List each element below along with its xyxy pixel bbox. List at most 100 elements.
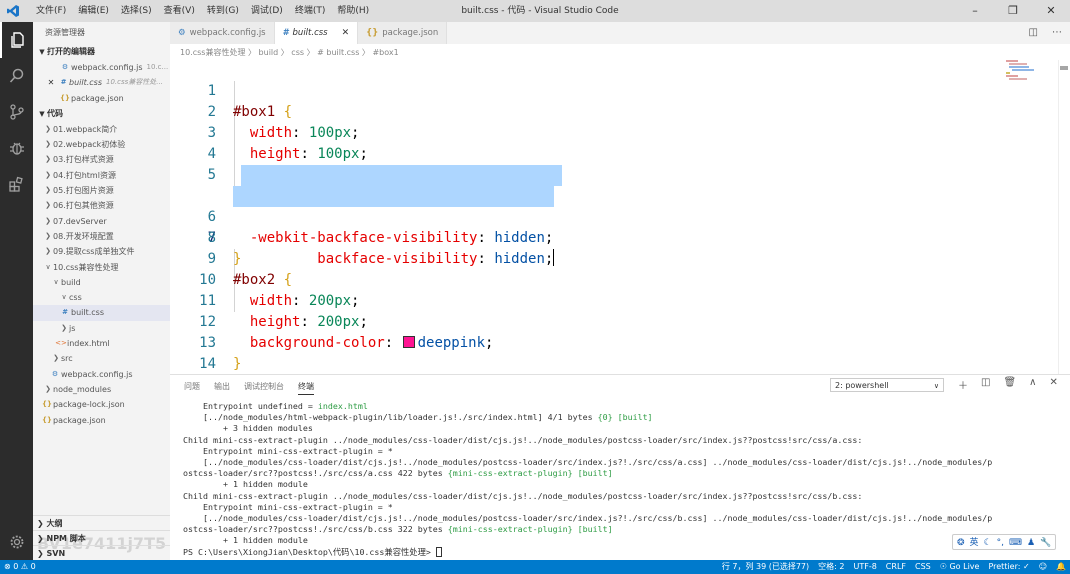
punctuation-icon[interactable]: °, [997,535,1004,549]
prettier-status[interactable]: Prettier: ✓ [988,560,1029,574]
menu-edit[interactable]: 编辑(E) [72,0,115,22]
encoding[interactable]: UTF-8 [853,560,876,574]
terminal-prompt[interactable]: PS C:\Users\XiongJian\Desktop\代码\10.css兼… [183,546,1063,558]
smiley-icon[interactable]: ☺ [1039,560,1047,574]
split-terminal-icon[interactable]: ◫ [981,377,990,392]
trash-icon[interactable]: 🗑 [1003,377,1016,392]
terminal-line: [../node_modules/css-loader/dist/cjs.js!… [183,457,1063,468]
open-editor-package-json[interactable]: {} package.json [33,91,170,106]
tree-folder[interactable]: ❯ 07.devServer [33,214,170,229]
tree-folder-expanded[interactable]: ∨ build [33,275,170,290]
explorer-icon[interactable] [0,22,33,58]
language-mode[interactable]: CSS [915,560,931,574]
tree-folder[interactable]: ❯ 04.打包html资源 [33,168,170,183]
maximize-panel-icon[interactable]: ∧ [1029,377,1036,392]
tab-built-css[interactable]: # built.css ✕ [274,22,359,44]
editor-scrollbar[interactable] [1058,60,1069,375]
folder-label: 代码 [47,108,63,118]
tree-file-selected[interactable]: # built.css [33,305,170,321]
selection-highlight [241,165,562,186]
chevron-right-icon: ❯ [53,354,59,363]
bell-icon[interactable]: 🔔 [1056,560,1066,574]
outline-section[interactable]: ❯ 大纲 [33,515,170,530]
search-icon[interactable] [0,58,33,94]
terminal-output[interactable]: Entrypoint undefined = index.html [../no… [183,401,1063,558]
tree-folder[interactable]: ❯ 01.webpack简介 [33,122,170,137]
end-of-line[interactable]: CRLF [886,560,906,574]
tree-folder-expanded[interactable]: ∨ 10.css兼容性处理 [33,260,170,275]
menu-debug[interactable]: 调试(D) [245,0,289,22]
extensions-icon[interactable] [0,166,33,202]
code-line: 3 height: 100px; [170,102,1000,162]
tree-file[interactable]: {} package-lock.json [33,397,170,412]
moon-icon[interactable]: ☾ [984,535,992,549]
more-actions-icon[interactable]: ⋯ [1052,22,1062,44]
menu-terminal[interactable]: 终端(T) [289,0,332,22]
close-icon[interactable]: ✕ [342,22,350,44]
terminal-highlight: index.html [317,401,368,411]
restore-icon[interactable]: ❐ [994,0,1032,22]
tab-package-json[interactable]: {} package.json [358,22,448,44]
ime-language[interactable]: 英 [970,535,979,549]
tree-file[interactable]: <> index.html [33,336,170,351]
tab-label: built.css [292,28,328,38]
tree-file[interactable]: ⚙ webpack.config.js [33,367,170,382]
code-line: 12 background-color: deeppink; [170,291,1000,351]
svn-section[interactable]: ❯ SVN [33,545,170,560]
tab-terminal[interactable]: 终端 [298,381,314,395]
minimap[interactable] [1006,60,1056,90]
menu-view[interactable]: 查看(V) [158,0,201,22]
open-editor-built-css[interactable]: ✕ # built.css 10.css兼容性处... [33,75,170,90]
vscode-logo-icon [7,5,19,17]
go-live-button[interactable]: ☉ Go Live [940,560,980,574]
settings-gear-icon[interactable] [0,528,33,556]
user-icon[interactable]: ♟ [1027,535,1035,549]
code-editor[interactable]: 1 #box1 { 2 width: 100px; 3 height: 100p… [170,60,1000,375]
problems-indicator[interactable]: ⊗ 0 ⚠ 0 [4,560,36,574]
tree-folder[interactable]: ❯ 08.开发环境配置 [33,229,170,244]
tab-problems[interactable]: 问题 [184,381,200,395]
tree-folder[interactable]: ❯ node_modules [33,382,170,397]
tree-folder-expanded[interactable]: ∨ css [33,290,170,305]
tree-folder[interactable]: ❯ 05.打包图片资源 [33,183,170,198]
tab-debug-console[interactable]: 调试控制台 [244,381,284,395]
terminal-text: + 3 hidden modules [183,423,313,434]
close-window-icon[interactable]: ✕ [1032,0,1070,22]
terminal-select[interactable]: 2: powershell ∨ [830,378,944,392]
menu-file[interactable]: 文件(F) [30,0,72,22]
minimize-icon[interactable]: – [956,0,994,22]
close-panel-icon[interactable]: ✕ [1049,377,1057,392]
tab-webpack-config[interactable]: ⚙ webpack.config.js [170,22,275,44]
panel-actions: ＋ ◫ 🗑 ∧ ✕ [958,377,1058,392]
window-title: built.css - 代码 - Visual Studio Code [461,6,619,16]
tree-folder[interactable]: ❯ src [33,351,170,366]
tree-folder[interactable]: ❯ 09.提取css成单独文件 [33,244,170,259]
keyboard-icon[interactable]: ⌨ [1009,535,1022,549]
open-editor-name: package.json [71,93,124,103]
close-icon[interactable]: ✕ [45,75,57,90]
breadcrumb[interactable]: 10.css兼容性处理 〉 build 〉 css 〉 # built.css … [180,45,399,60]
open-editors-header[interactable]: ▼ 打开的编辑器 [33,44,170,60]
split-editor-icon[interactable]: ◫ [1029,22,1038,44]
folder-header[interactable]: ▼ 代码 [33,106,170,122]
menu-selection[interactable]: 选择(S) [115,0,158,22]
scroll-marker [1060,66,1068,70]
indentation[interactable]: 空格: 2 [818,560,844,574]
tree-folder[interactable]: ❯ 02.webpack初体验 [33,137,170,152]
open-editor-webpack-config[interactable]: ⚙ webpack.config.js 10.c... [33,60,170,75]
code-line: 8 } [170,207,1000,267]
tree-folder[interactable]: ❯ js [33,321,170,336]
tree-folder[interactable]: ❯ 06.打包其他资源 [33,198,170,213]
debug-icon[interactable] [0,130,33,166]
tools-icon[interactable]: 🔧 [1040,535,1051,549]
tree-label: 01.webpack简介 [53,124,118,134]
source-control-icon[interactable] [0,94,33,130]
menu-go[interactable]: 转到(G) [201,0,245,22]
add-icon[interactable]: ＋ [958,377,968,392]
menu-help[interactable]: 帮助(H) [331,0,375,22]
tree-file[interactable]: {} package.json [33,413,170,428]
cursor-position[interactable]: 行 7，列 39 (已选择77) [722,560,809,574]
tree-folder[interactable]: ❯ 03.打包样式资源 [33,152,170,167]
tab-output[interactable]: 输出 [214,381,230,395]
npm-scripts-section[interactable]: ❯ NPM 脚本 [33,530,170,545]
